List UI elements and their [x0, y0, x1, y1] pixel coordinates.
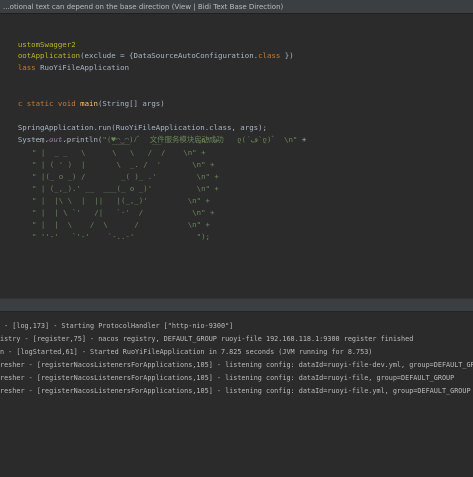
- log-line: resher - [registerNacosListenersForAppli…: [0, 374, 455, 382]
- ascii-art-line: " | | \ `' /| `-' / \n" +: [32, 208, 215, 217]
- keyword: class: [258, 51, 281, 60]
- code-line: ustomSwagger2: [0, 28, 76, 49]
- ascii-art-line: " .-------. ____ __ \n" +: [32, 136, 219, 145]
- code-line: c static void main(String[] args): [0, 87, 165, 108]
- code-line: ootApplication(exclude = {DataSourceAuto…: [0, 39, 294, 60]
- ascii-art-line: " ''-' `'-' `-..-' ");: [32, 232, 210, 241]
- ascii-art-line: " | _ _ \ \ \ / / \n" +: [32, 148, 206, 157]
- code-editor[interactable]: ustomSwagger2 ootApplication(exclude = {…: [0, 15, 473, 298]
- code-line: lass RuoYiFileApplication: [0, 51, 129, 72]
- ascii-art-line: " |(_ o _) / _( )_ .' \n" +: [32, 172, 219, 181]
- log-line: istry - [register,75] - nacos registry, …: [0, 335, 414, 343]
- ascii-art-line: " | (_,_).' __ ___(_ o _)' \n" +: [32, 184, 219, 193]
- class-name: RuoYiFileApplication: [40, 63, 130, 72]
- run-console[interactable]: - [log,173] - Starting ProtocolHandler […: [0, 312, 473, 477]
- log-line: n - [logStarted,61] - Started RuoYiFileA…: [0, 348, 373, 356]
- log-line: - [log,173] - Starting ProtocolHandler […: [0, 322, 234, 330]
- code-text: +: [297, 135, 307, 144]
- log-line: resher - [registerNacosListenersForAppli…: [0, 387, 471, 395]
- panel-divider[interactable]: [0, 298, 473, 312]
- ascii-art-line: " | | \ / \ / \n" +: [32, 220, 210, 229]
- code-text: }): [280, 51, 294, 60]
- keyword: static void: [26, 99, 81, 108]
- keyword: lass: [17, 63, 41, 72]
- code-line: SpringApplication.run(RuoYiFileApplicati…: [0, 111, 267, 132]
- code-line: System.out.println("(♥◠‿◠)ﾉﾞ 文件服务模块启动成功 …: [0, 123, 306, 144]
- method-name: main: [80, 99, 98, 108]
- code-text: (String[] args): [97, 99, 165, 108]
- keyword: c: [17, 99, 27, 108]
- ascii-art-line: " | ( ' ) | \ _. / ' \n" +: [32, 160, 215, 169]
- log-line: resher - [registerNacosListenersForAppli…: [0, 361, 473, 369]
- ascii-art-line: " | |\ \ | || |(_,_)' \n" +: [32, 196, 210, 205]
- tooltip-bar: ...otional text can depend on the base d…: [0, 0, 473, 14]
